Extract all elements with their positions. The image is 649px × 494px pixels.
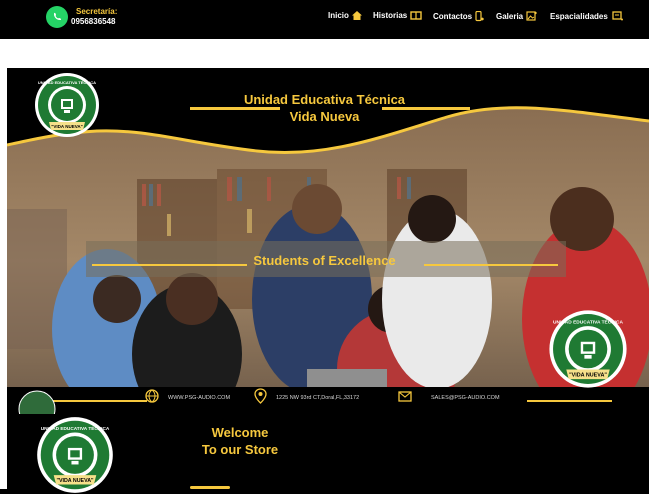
nav-label: Historias xyxy=(373,11,408,20)
nav-label: Contactos xyxy=(433,12,473,21)
nav-item-galeria[interactable]: Galeria xyxy=(496,11,537,21)
motto-text: Students of Excellence xyxy=(253,253,396,268)
store-logo: "VIDA NUEVA" UNIDAD EDUCATIVA TÉCNICA xyxy=(37,417,113,493)
store-welcome-title: Welcome xyxy=(211,425,269,440)
email-link[interactable]: SALES@PSG-AUDIO.COM xyxy=(431,395,500,401)
book-icon xyxy=(410,11,422,20)
nav-item-historias[interactable]: Historias xyxy=(373,11,422,20)
svg-text:"VIDA NUEVA": "VIDA NUEVA" xyxy=(51,124,83,129)
spacer-band xyxy=(7,39,649,68)
store-subtitle: To our Store xyxy=(201,442,279,457)
location-pin-icon xyxy=(254,388,267,404)
nav-label: Espacialidades xyxy=(550,11,608,21)
nav-label: Inicio xyxy=(328,11,349,20)
image-icon xyxy=(526,11,537,21)
phone-icon xyxy=(475,11,484,22)
phone-number[interactable]: 0956836548 xyxy=(71,17,116,26)
board-icon xyxy=(612,11,623,21)
nav-item-espacialidades[interactable]: Espacialidades xyxy=(550,11,623,21)
nav-label: Galeria xyxy=(496,11,524,21)
secretaria-label: Secretaría: xyxy=(76,7,118,16)
nav-item-contactos[interactable]: Contactos xyxy=(433,11,484,22)
mail-icon xyxy=(398,391,412,402)
home-icon xyxy=(351,11,362,20)
svg-text:UNIDAD EDUCATIVA TÉCNICA: UNIDAD EDUCATIVA TÉCNICA xyxy=(38,80,96,85)
whatsapp-icon[interactable] xyxy=(46,6,68,28)
nav-item-inicio[interactable]: Inicio xyxy=(328,11,362,20)
top-nav-bar: Secretaría: 0956836548 Inicio Historias … xyxy=(0,0,649,37)
svg-text:"VIDA NUEVA": "VIDA NUEVA" xyxy=(56,478,94,484)
globe-icon xyxy=(145,389,159,403)
school-logo[interactable]: "VIDA NUEVA" UNIDAD EDUCATIVA TÉCNICA xyxy=(33,72,101,138)
svg-text:"VIDA NUEVA": "VIDA NUEVA" xyxy=(569,373,607,379)
website-link[interactable]: WWW.PSG-AUDIO.COM xyxy=(168,395,230,401)
address-text: 1225 NW 93rd CT,Doral,FL,33172 xyxy=(276,395,360,401)
school-logo-large: "VIDA NUEVA" UNIDAD EDUCATIVA TÉCNICA xyxy=(549,310,627,388)
